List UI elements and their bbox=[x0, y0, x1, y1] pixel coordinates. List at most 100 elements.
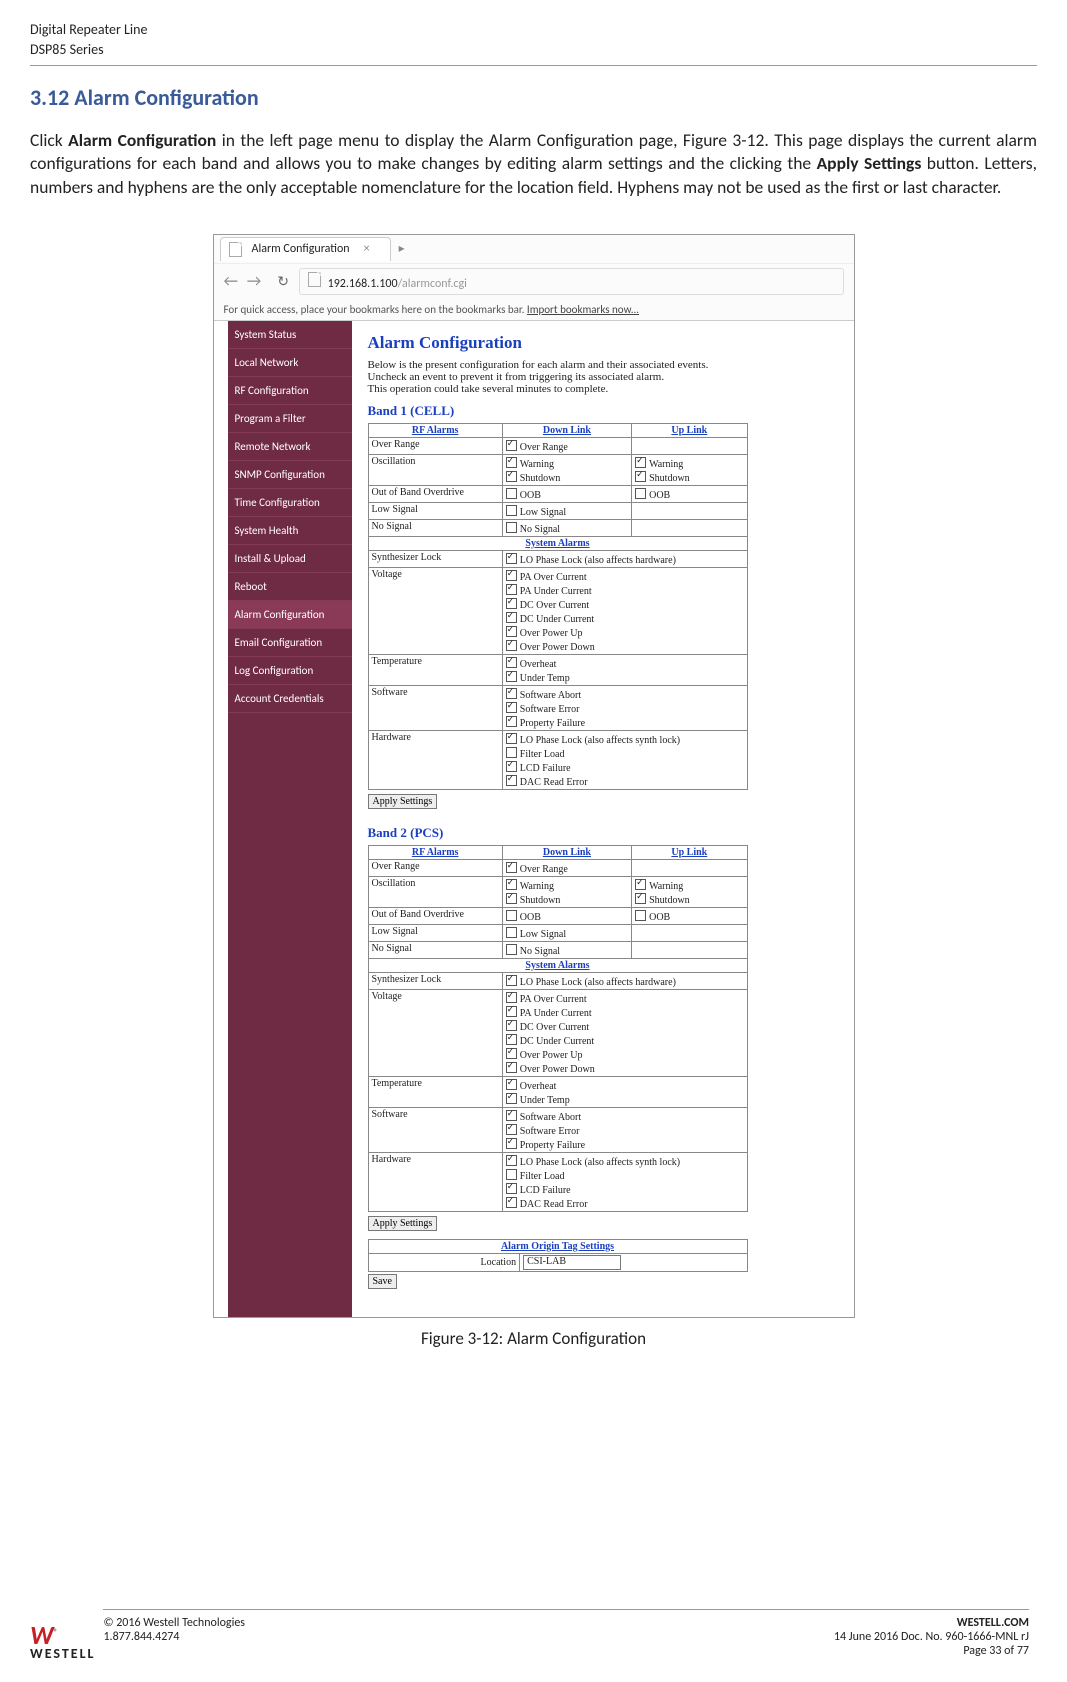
sidebar-item[interactable]: System Status bbox=[228, 321, 352, 349]
checkbox[interactable] bbox=[506, 992, 517, 1003]
col-ul: Up Link bbox=[632, 423, 747, 437]
rf-dl-cell: WarningShutdown bbox=[502, 454, 631, 485]
bm-import-link[interactable]: Import bookmarks now... bbox=[527, 303, 639, 316]
sidebar-item[interactable]: Time Configuration bbox=[228, 489, 352, 517]
addr-page-icon bbox=[308, 272, 321, 287]
footer-phone: 1.877.844.4274 bbox=[103, 1630, 245, 1644]
checkbox[interactable] bbox=[506, 612, 517, 623]
sys-alarm-name: Synthesizer Lock bbox=[368, 550, 502, 567]
sys-alarm-items: Software AbortSoftware ErrorProperty Fai… bbox=[502, 1107, 747, 1152]
checkbox[interactable] bbox=[506, 440, 517, 451]
checkbox[interactable] bbox=[506, 1197, 517, 1208]
checkbox[interactable] bbox=[506, 761, 517, 772]
sidebar-item[interactable]: Account Credentials bbox=[228, 685, 352, 713]
checkbox[interactable] bbox=[506, 488, 517, 499]
checkbox[interactable] bbox=[506, 747, 517, 758]
alarm-origin-table: Alarm Origin Tag Settings Location CSI-L… bbox=[368, 1239, 748, 1272]
nav-arrows: ← → bbox=[224, 272, 268, 291]
checkbox[interactable] bbox=[506, 1034, 517, 1045]
checkbox[interactable] bbox=[506, 626, 517, 637]
sidebar-item[interactable]: Alarm Configuration bbox=[228, 601, 352, 629]
checkbox[interactable] bbox=[506, 688, 517, 699]
checkbox[interactable] bbox=[506, 1048, 517, 1059]
rf-alarm-row: OscillationWarningShutdownWarningShutdow… bbox=[368, 876, 747, 907]
checkbox[interactable] bbox=[506, 598, 517, 609]
checkbox[interactable] bbox=[506, 910, 517, 921]
intro-line-2: Uncheck an event to prevent it from trig… bbox=[368, 371, 665, 383]
apply-settings-button-2[interactable]: Apply Settings bbox=[368, 1216, 438, 1231]
col-dl: Down Link bbox=[502, 845, 631, 859]
checkbox[interactable] bbox=[635, 457, 646, 468]
browser-tab[interactable]: Alarm Configuration × bbox=[220, 237, 391, 261]
checkbox[interactable] bbox=[506, 1093, 517, 1104]
rf-alarm-name: No Signal bbox=[368, 941, 502, 958]
checkbox[interactable] bbox=[506, 657, 517, 668]
checkbox[interactable] bbox=[506, 1183, 517, 1194]
checkbox[interactable] bbox=[506, 1169, 517, 1180]
checkbox[interactable] bbox=[635, 910, 646, 921]
save-button[interactable]: Save bbox=[368, 1274, 397, 1289]
location-input[interactable]: CSI-LAB bbox=[523, 1255, 621, 1270]
checkbox[interactable] bbox=[635, 893, 646, 904]
sidebar-item[interactable]: Log Configuration bbox=[228, 657, 352, 685]
checkbox[interactable] bbox=[506, 944, 517, 955]
new-tab-button[interactable]: ▸ bbox=[399, 241, 405, 256]
checkbox[interactable] bbox=[506, 505, 517, 516]
checkbox[interactable] bbox=[506, 733, 517, 744]
col-ul: Up Link bbox=[632, 845, 747, 859]
sidebar-item[interactable]: RF Configuration bbox=[228, 377, 352, 405]
sidebar-item[interactable]: Email Configuration bbox=[228, 629, 352, 657]
checkbox[interactable] bbox=[635, 879, 646, 890]
checkbox[interactable] bbox=[506, 1124, 517, 1135]
address-bar[interactable]: 192.168.1.100/alarmconf.cgi bbox=[299, 268, 844, 295]
checkbox[interactable] bbox=[506, 522, 517, 533]
sidebar-item[interactable]: System Health bbox=[228, 517, 352, 545]
checkbox[interactable] bbox=[506, 702, 517, 713]
sidebar-item[interactable]: SNMP Configuration bbox=[228, 461, 352, 489]
sidebar: System StatusLocal NetworkRF Configurati… bbox=[228, 321, 352, 1317]
forward-button[interactable]: → bbox=[247, 272, 261, 291]
checkbox[interactable] bbox=[506, 975, 517, 986]
checkbox[interactable] bbox=[506, 1020, 517, 1031]
checkbox[interactable] bbox=[506, 553, 517, 564]
sys-alarm-row: HardwareLO Phase Lock (also affects synt… bbox=[368, 730, 747, 789]
sys-alarm-name: Temperature bbox=[368, 654, 502, 685]
sys-alarm-items: OverheatUnder Temp bbox=[502, 1076, 747, 1107]
content-title: Alarm Configuration bbox=[368, 333, 844, 353]
checkbox[interactable] bbox=[506, 1006, 517, 1017]
alarm-table: RF AlarmsDown LinkUp LinkOver RangeOver … bbox=[368, 423, 748, 790]
checkbox[interactable] bbox=[506, 775, 517, 786]
checkbox[interactable] bbox=[635, 471, 646, 482]
checkbox[interactable] bbox=[506, 716, 517, 727]
checkbox[interactable] bbox=[506, 1138, 517, 1149]
back-button[interactable]: ← bbox=[224, 272, 238, 291]
sys-alarm-row: Synthesizer LockLO Phase Lock (also affe… bbox=[368, 972, 747, 989]
reload-button[interactable]: ↻ bbox=[277, 273, 289, 290]
checkbox[interactable] bbox=[506, 862, 517, 873]
checkbox[interactable] bbox=[506, 457, 517, 468]
apply-settings-button-1[interactable]: Apply Settings bbox=[368, 794, 438, 809]
checkbox[interactable] bbox=[506, 584, 517, 595]
checkbox[interactable] bbox=[506, 879, 517, 890]
checkbox[interactable] bbox=[506, 1062, 517, 1073]
checkbox[interactable] bbox=[506, 1110, 517, 1121]
tab-close-icon[interactable]: × bbox=[364, 242, 370, 256]
checkbox[interactable] bbox=[635, 488, 646, 499]
sidebar-item[interactable]: Program a Filter bbox=[228, 405, 352, 433]
sidebar-item[interactable]: Install & Upload bbox=[228, 545, 352, 573]
checkbox[interactable] bbox=[506, 570, 517, 581]
checkbox[interactable] bbox=[506, 640, 517, 651]
checkbox[interactable] bbox=[506, 1079, 517, 1090]
sidebar-item[interactable]: Remote Network bbox=[228, 433, 352, 461]
sidebar-item[interactable]: Reboot bbox=[228, 573, 352, 601]
checkbox[interactable] bbox=[506, 927, 517, 938]
origin-field-label: Location bbox=[368, 1253, 520, 1271]
tab-title: Alarm Configuration bbox=[252, 242, 350, 256]
checkbox[interactable] bbox=[506, 671, 517, 682]
sidebar-item[interactable]: Local Network bbox=[228, 349, 352, 377]
rf-ul-cell bbox=[632, 941, 747, 958]
checkbox[interactable] bbox=[506, 893, 517, 904]
checkbox[interactable] bbox=[506, 1155, 517, 1166]
sys-alarm-items: OverheatUnder Temp bbox=[502, 654, 747, 685]
checkbox[interactable] bbox=[506, 471, 517, 482]
